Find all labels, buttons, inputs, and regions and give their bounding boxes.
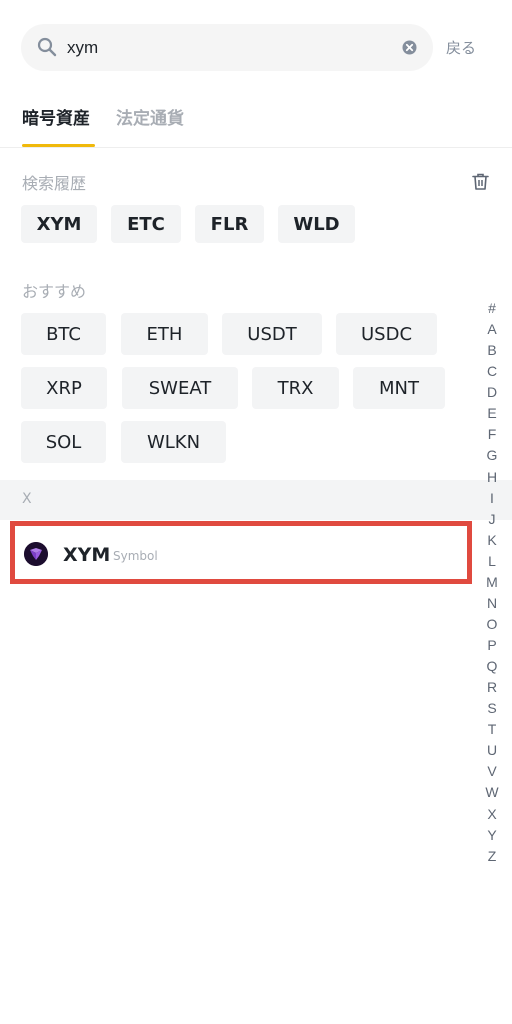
index-letter[interactable]: V bbox=[482, 761, 502, 782]
coin-ticker: XYM bbox=[63, 544, 111, 566]
index-letter[interactable]: B bbox=[482, 340, 502, 361]
search-icon bbox=[37, 37, 57, 57]
back-button[interactable]: 戻る bbox=[446, 37, 476, 58]
index-letter[interactable]: Q bbox=[482, 656, 502, 677]
index-letter[interactable]: Y bbox=[482, 825, 502, 846]
tab-fiat[interactable]: 法定通貨 bbox=[116, 104, 184, 129]
recommended-chip[interactable]: TRX bbox=[252, 367, 339, 409]
history-chip[interactable]: FLR bbox=[195, 205, 264, 243]
index-letter[interactable]: D bbox=[482, 382, 502, 403]
result-group-header: X bbox=[0, 480, 512, 520]
recommended-chip[interactable]: USDT bbox=[222, 313, 322, 355]
index-letter[interactable]: I bbox=[482, 488, 502, 509]
recommended-chip[interactable]: XRP bbox=[21, 367, 107, 409]
index-letter[interactable]: X bbox=[482, 804, 502, 825]
index-letter[interactable]: N bbox=[482, 593, 502, 614]
recommended-chip[interactable]: SWEAT bbox=[122, 367, 238, 409]
active-tab-indicator bbox=[22, 144, 95, 147]
history-chip[interactable]: ETC bbox=[111, 205, 181, 243]
index-letter[interactable]: A bbox=[482, 319, 502, 340]
clear-icon[interactable] bbox=[401, 39, 418, 56]
index-letter[interactable]: C bbox=[482, 361, 502, 382]
tab-crypto[interactable]: 暗号資産 bbox=[22, 104, 90, 129]
recommended-title: おすすめ bbox=[22, 282, 87, 301]
index-letter[interactable]: R bbox=[482, 677, 502, 698]
recommended-chip[interactable]: SOL bbox=[21, 421, 106, 463]
asset-tabs: 暗号資産 法定通貨 bbox=[0, 98, 512, 148]
recommended-chip[interactable]: MNT bbox=[353, 367, 445, 409]
alphabet-index[interactable]: # A B C D E F G H I J K L M N O P Q R S T U V W X Y Z bbox=[482, 298, 502, 867]
index-letter[interactable]: U bbox=[482, 740, 502, 761]
index-letter[interactable]: E bbox=[482, 403, 502, 424]
index-letter[interactable]: O bbox=[482, 614, 502, 635]
index-letter[interactable]: H bbox=[482, 467, 502, 488]
index-letter[interactable]: J bbox=[482, 509, 502, 530]
index-letter[interactable]: T bbox=[482, 719, 502, 740]
history-title: 検索履歴 bbox=[22, 174, 87, 193]
recommended-chip[interactable]: BTC bbox=[21, 313, 106, 355]
recommended-chip[interactable]: WLKN bbox=[121, 421, 226, 463]
result-group-letter: X bbox=[22, 491, 32, 507]
symbol-coin-icon bbox=[24, 542, 48, 566]
index-letter[interactable]: F bbox=[482, 424, 502, 445]
index-letter[interactable]: M bbox=[482, 572, 502, 593]
history-chip[interactable]: WLD bbox=[278, 205, 355, 243]
recommended-chip[interactable]: USDC bbox=[336, 313, 437, 355]
coin-name: Symbol bbox=[113, 549, 158, 563]
recommended-chip[interactable]: ETH bbox=[121, 313, 208, 355]
result-row-xym[interactable]: XYM Symbol bbox=[10, 521, 472, 584]
search-input[interactable] bbox=[67, 24, 387, 71]
index-letter[interactable]: # bbox=[482, 298, 502, 319]
index-letter[interactable]: L bbox=[482, 551, 502, 572]
index-letter[interactable]: W bbox=[482, 782, 502, 803]
index-letter[interactable]: K bbox=[482, 530, 502, 551]
index-letter[interactable]: P bbox=[482, 635, 502, 656]
trash-icon[interactable] bbox=[471, 172, 490, 191]
index-letter[interactable]: S bbox=[482, 698, 502, 719]
history-chip[interactable]: XYM bbox=[21, 205, 97, 243]
index-letter[interactable]: G bbox=[482, 445, 502, 466]
index-letter[interactable]: Z bbox=[482, 846, 502, 867]
search-bar[interactable] bbox=[21, 24, 433, 71]
